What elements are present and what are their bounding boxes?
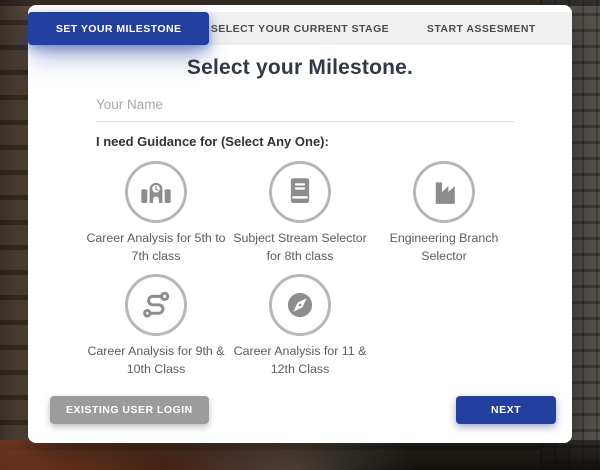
milestone-label: Career Analysis for 9th & 10th Class bbox=[84, 343, 228, 379]
book-icon bbox=[278, 170, 322, 214]
tab-set-your-milestone[interactable]: SET YOUR MILESTONE bbox=[28, 12, 209, 45]
milestone-option-career-5th-7th[interactable]: Career Analysis for 5th to 7th class bbox=[84, 161, 228, 266]
existing-user-login-button[interactable]: EXISTING USER LOGIN bbox=[50, 396, 209, 424]
milestone-circle bbox=[269, 274, 331, 336]
milestone-modal: SET YOUR MILESTONE SELECT YOUR CURRENT S… bbox=[28, 5, 572, 443]
milestone-grid: Career Analysis for 5th to 7th class Sub… bbox=[28, 161, 572, 379]
milestone-option-engineering-branch[interactable]: Engineering Branch Selector bbox=[372, 161, 516, 266]
factory-icon bbox=[422, 170, 466, 214]
milestone-option-career-9th-10th[interactable]: Career Analysis for 9th & 10th Class bbox=[84, 274, 228, 379]
school-clock-icon bbox=[134, 170, 178, 214]
next-button[interactable]: NEXT bbox=[456, 396, 556, 424]
milestone-circle bbox=[269, 161, 331, 223]
milestone-label: Engineering Branch Selector bbox=[372, 230, 516, 266]
milestone-label: Subject Stream Selector for 8th class bbox=[228, 230, 372, 266]
milestone-option-stream-8th[interactable]: Subject Stream Selector for 8th class bbox=[228, 161, 372, 266]
screen: SET YOUR MILESTONE SELECT YOUR CURRENT S… bbox=[0, 0, 600, 470]
milestone-circle bbox=[125, 274, 187, 336]
action-bar: EXISTING USER LOGIN NEXT bbox=[50, 396, 556, 424]
milestone-circle bbox=[413, 161, 475, 223]
tab-select-your-current-stage[interactable]: SELECT YOUR CURRENT STAGE bbox=[209, 12, 390, 45]
milestone-label: Career Analysis for 5th to 7th class bbox=[84, 230, 228, 266]
tab-start-assesment[interactable]: START ASSESMENT bbox=[391, 12, 572, 45]
compass-icon bbox=[278, 283, 322, 327]
page-title: Select your Milestone. bbox=[28, 56, 572, 80]
route-icon bbox=[134, 283, 178, 327]
guidance-label: I need Guidance for (Select Any One): bbox=[96, 134, 504, 149]
milestone-option-career-11th-12th[interactable]: Career Analysis for 11 & 12th Class bbox=[228, 274, 372, 379]
background-street bbox=[0, 440, 600, 470]
name-input[interactable] bbox=[96, 93, 514, 122]
milestone-label: Career Analysis for 11 & 12th Class bbox=[228, 343, 372, 379]
wizard-tab-bar: SET YOUR MILESTONE SELECT YOUR CURRENT S… bbox=[28, 12, 572, 45]
milestone-circle bbox=[125, 161, 187, 223]
